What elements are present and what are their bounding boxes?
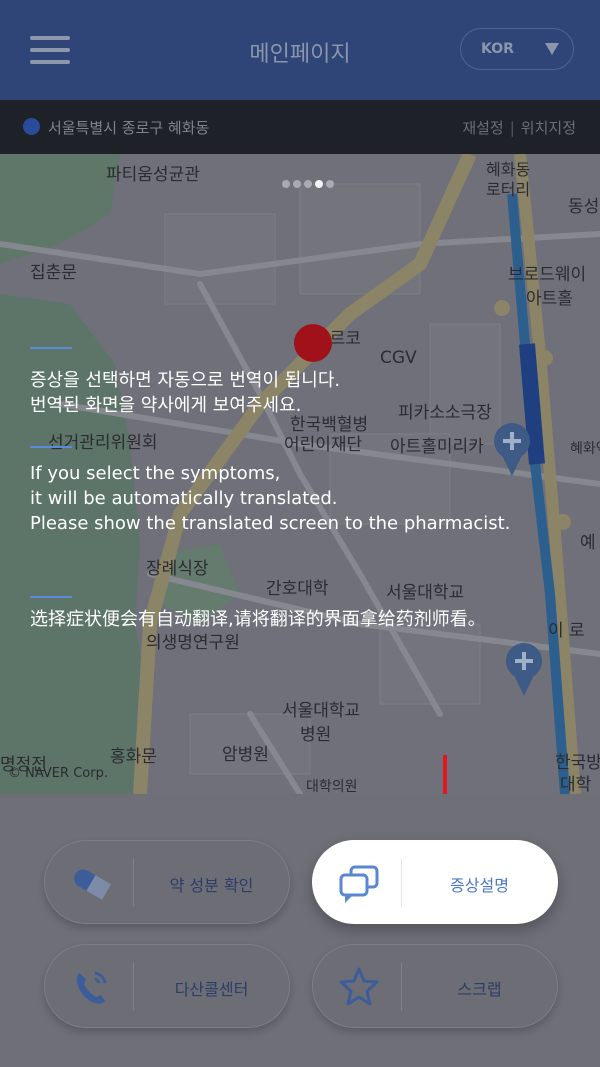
map-label: 로터리 bbox=[486, 180, 531, 199]
map-label: 암병원 bbox=[222, 745, 269, 765]
divider bbox=[30, 596, 72, 598]
ingredient-check-label: 약 성분 확인 bbox=[169, 876, 254, 895]
divider bbox=[30, 446, 72, 448]
pager-dot[interactable] bbox=[326, 180, 334, 188]
map-copyright: © NAVER Corp. bbox=[8, 766, 108, 781]
location-dot-icon bbox=[23, 118, 40, 135]
map-label: 어린이재단 bbox=[284, 435, 363, 455]
dasan-callcenter-button[interactable]: 다산콜센터 bbox=[44, 944, 290, 1028]
map-label: 병원 bbox=[300, 725, 332, 745]
instruction-line: 번역된 화면을 약사에게 보여주세요. bbox=[30, 395, 302, 416]
map-label: 집춘문 bbox=[30, 263, 77, 283]
app-header: 메인페이지 KOR bbox=[0, 0, 600, 100]
instruction-korean: 증상을 선택하면 자동으로 번역이 됩니다. 번역된 화면을 약사에게 보여주세… bbox=[30, 368, 340, 418]
map-label: 예 bbox=[580, 533, 596, 553]
instruction-line: If you select the symptoms, bbox=[30, 463, 281, 484]
instruction-english: If you select the symptoms, it will be a… bbox=[30, 461, 510, 536]
map-label: 대학 bbox=[560, 775, 592, 794]
pill-icon bbox=[74, 869, 112, 900]
pager-dot[interactable] bbox=[304, 180, 312, 188]
map-label: 홍화문 bbox=[110, 747, 157, 767]
chevron-down-icon bbox=[545, 43, 559, 55]
map-label: CGV bbox=[380, 348, 417, 368]
symptom-description-button[interactable]: 증상설명 bbox=[312, 840, 558, 924]
set-location-link[interactable]: 위치지정 bbox=[521, 119, 576, 137]
dasan-callcenter-label: 다산콜센터 bbox=[174, 980, 249, 999]
map-label: 피카소소극장 bbox=[398, 403, 492, 423]
location-marker-icon bbox=[294, 324, 332, 362]
language-select[interactable]: KOR bbox=[460, 28, 574, 70]
pager-dot[interactable] bbox=[282, 180, 290, 188]
map-label: 대학의원 bbox=[306, 779, 358, 794]
divider bbox=[30, 347, 72, 349]
map-label: 간호대학 bbox=[266, 579, 329, 599]
hospital-pin-icon bbox=[506, 643, 542, 696]
instruction-line: Please show the translated screen to the… bbox=[30, 513, 511, 534]
chat-bubbles-icon bbox=[339, 865, 379, 903]
map-label: 브로드웨이 bbox=[508, 265, 587, 285]
map-label: 아트홀미리카 bbox=[390, 437, 484, 457]
map-label: 파티움성균관 bbox=[106, 165, 200, 185]
ingredient-check-button[interactable]: 약 성분 확인 bbox=[44, 840, 290, 924]
star-icon bbox=[339, 967, 379, 1006]
scrap-button[interactable]: 스크랩 bbox=[312, 944, 558, 1028]
symptom-description-label: 증상설명 bbox=[450, 876, 509, 895]
location-actions: 재설정 | 위치지정 bbox=[462, 119, 576, 137]
pager-dot-active[interactable] bbox=[315, 180, 323, 188]
tutorial-pager bbox=[282, 173, 337, 188]
instruction-line: 증상을 선택하면 자동으로 번역이 됩니다. bbox=[30, 370, 341, 391]
pager-dot[interactable] bbox=[293, 180, 301, 188]
map-label: 서울대학교 bbox=[282, 701, 361, 721]
map-label: 서울대학교 bbox=[386, 583, 465, 603]
map-label: 동성 bbox=[568, 197, 600, 217]
map-label: 이 로 bbox=[548, 621, 585, 641]
scrap-label: 스크랩 bbox=[457, 980, 502, 999]
map-label: 혜화역 bbox=[570, 441, 600, 457]
instruction-chinese: 选择症状便会有自动翻译,请将翻译的界面拿给药剂师看。 bbox=[30, 609, 486, 630]
map-label: 선거관리위원회 bbox=[48, 433, 158, 453]
instruction-line: it will be automatically translated. bbox=[30, 488, 338, 509]
map-label: 아트홀 bbox=[526, 289, 573, 309]
phone-icon bbox=[77, 971, 107, 1004]
map-label: 장례식장 bbox=[146, 559, 209, 579]
reset-location-link[interactable]: 재설정 bbox=[462, 119, 503, 137]
language-value: KOR bbox=[481, 41, 514, 57]
current-address: 서울특별시 종로구 혜화동 bbox=[48, 119, 210, 137]
